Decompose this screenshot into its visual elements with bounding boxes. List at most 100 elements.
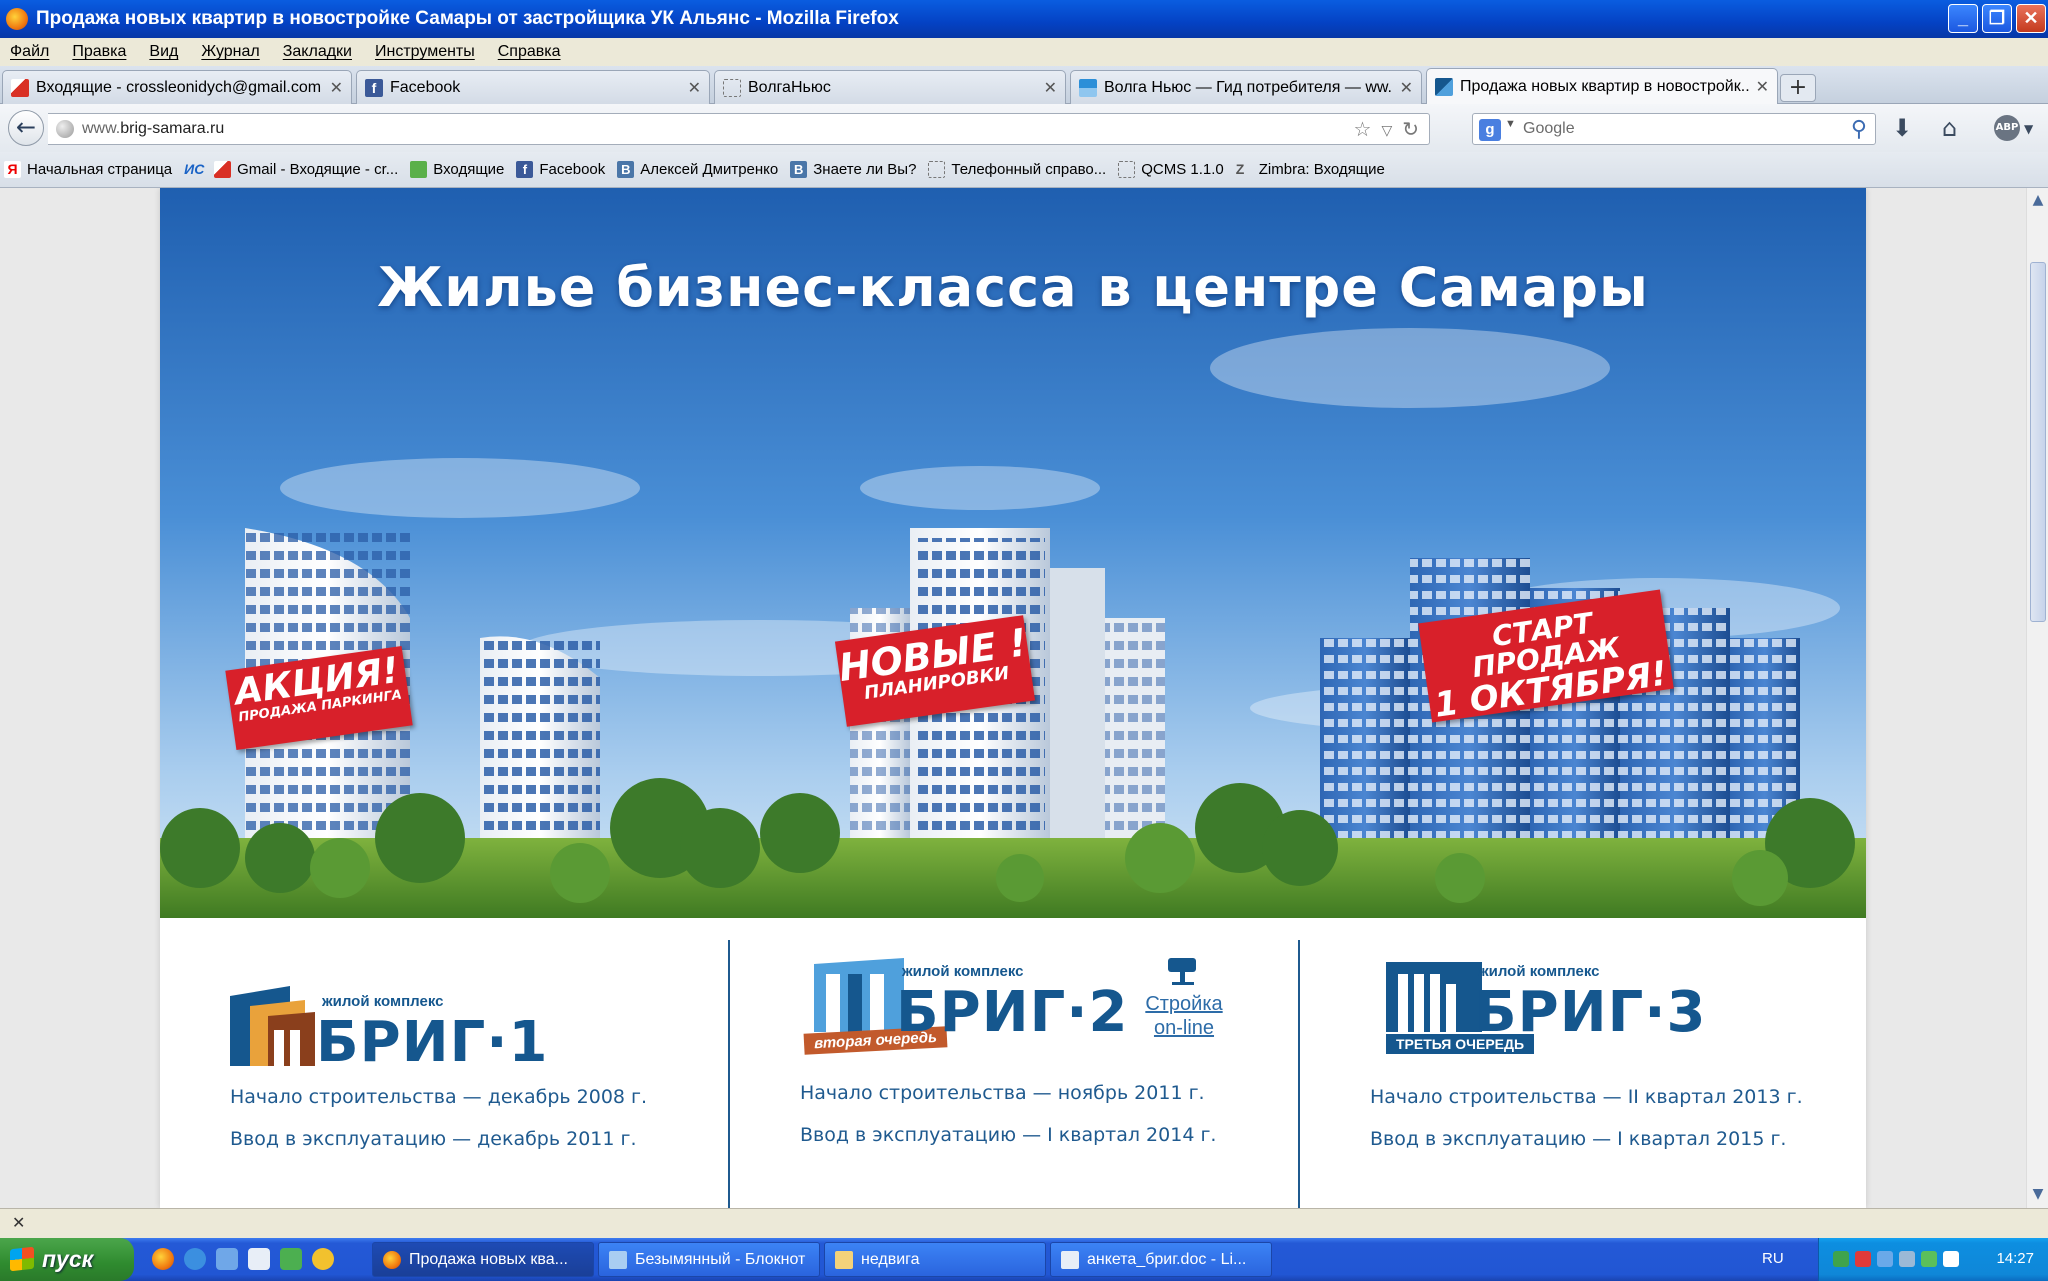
menu-edit[interactable]: Правка bbox=[72, 43, 126, 61]
menu-history[interactable]: Журнал bbox=[201, 43, 259, 61]
volume-icon[interactable] bbox=[1943, 1251, 1959, 1267]
hero-banner[interactable]: Жилье бизнес-класса в центре Самары АКЦИ… bbox=[160, 188, 1866, 918]
search-placeholder: Google bbox=[1523, 120, 1575, 137]
gmail-icon bbox=[11, 78, 29, 97]
tray-device-icon[interactable] bbox=[1899, 1251, 1915, 1267]
firefox-quicklaunch-icon[interactable] bbox=[152, 1248, 174, 1270]
adblock-dropdown-icon[interactable]: ▼ bbox=[2024, 122, 2033, 136]
bookmark-phone-directory[interactable]: Телефонный справо... bbox=[928, 161, 1106, 178]
project-brig-2[interactable]: вторая очередь жилой комплекс БРИГ·2 Стр… bbox=[730, 918, 1290, 1208]
yandex-icon: Я bbox=[4, 161, 21, 178]
restore-button[interactable]: ❐ bbox=[1982, 4, 2012, 33]
brig-3-finish: Ввод в эксплуатацию — I квартал 2015 г. bbox=[1370, 1128, 1787, 1150]
desktop-quicklaunch-icon[interactable] bbox=[216, 1248, 238, 1270]
history-dropdown-icon[interactable]: ▽ bbox=[1381, 117, 1392, 143]
google-search-engine-icon[interactable]: g bbox=[1479, 119, 1501, 141]
camera-icon bbox=[1168, 958, 1196, 985]
firefox-icon bbox=[383, 1250, 401, 1269]
menu-tools[interactable]: Инструменты bbox=[375, 43, 475, 61]
language-indicator[interactable]: RU bbox=[1762, 1250, 1784, 1267]
page-icon bbox=[928, 161, 946, 178]
bookmark-ic[interactable]: ИС bbox=[184, 161, 206, 178]
brig-3-logo[interactable]: ТРЕТЬЯ ОЧЕРЕДЬ жилой комплекс БРИГ·3 bbox=[1386, 958, 1806, 1068]
adblock-icon[interactable]: ABP bbox=[1994, 115, 2020, 141]
close-tab-icon[interactable]: ✕ bbox=[1400, 78, 1413, 98]
volga-icon bbox=[1079, 78, 1097, 97]
close-tab-icon[interactable]: ✕ bbox=[330, 78, 343, 98]
firefox-icon bbox=[6, 8, 28, 30]
bookmark-gmail[interactable]: Gmail - Входящие - cr... bbox=[214, 161, 398, 178]
navigation-bar: ← www. brig-samara.ru ☆ ▽ ↻ g ▼ Google ⚲ … bbox=[0, 104, 2048, 152]
tab-facebook[interactable]: f Facebook ✕ bbox=[356, 70, 710, 104]
scroll-up-icon[interactable]: ▲ bbox=[2028, 190, 2048, 210]
browser-quicklaunch-icon[interactable] bbox=[184, 1248, 206, 1270]
project-brig-1[interactable]: жилой комплекс БРИГ·1 Начало строительст… bbox=[160, 918, 720, 1208]
inbox-icon bbox=[410, 161, 428, 178]
close-button[interactable]: ✕ bbox=[2016, 4, 2046, 33]
tray-security-icon[interactable] bbox=[1855, 1251, 1871, 1267]
window-title: Продажа новых квартир в новостройке Сама… bbox=[36, 8, 899, 29]
tray-update-icon[interactable] bbox=[1921, 1251, 1937, 1267]
scroll-down-icon[interactable]: ▼ bbox=[2028, 1184, 2048, 1204]
minimize-button[interactable]: _ bbox=[1948, 4, 1978, 33]
document-quicklaunch-icon[interactable] bbox=[248, 1248, 270, 1270]
bookmark-aleksey[interactable]: B Алексей Дмитренко bbox=[617, 161, 778, 178]
bookmark-facebook[interactable]: f Facebook bbox=[516, 161, 605, 178]
vertical-scrollbar[interactable]: ▲ ▼ bbox=[2026, 188, 2048, 1208]
menu-help[interactable]: Справка bbox=[498, 43, 561, 61]
chrome-quicklaunch-icon[interactable] bbox=[312, 1248, 334, 1270]
close-addon-bar-icon[interactable]: ✕ bbox=[12, 1213, 25, 1232]
brig-icon bbox=[1435, 78, 1453, 96]
search-icon[interactable]: ⚲ bbox=[1851, 116, 1867, 142]
bookmarks-toolbar: Я Начальная страница ИС Gmail - Входящие… bbox=[0, 152, 2048, 188]
url-bar[interactable]: www. brig-samara.ru ☆ ▽ ↻ bbox=[48, 113, 1430, 145]
construction-online-link[interactable]: Стройка on-line bbox=[1144, 956, 1224, 1040]
bookmark-zimbra[interactable]: Z Zimbra: Входящие bbox=[1236, 161, 1385, 178]
tab-gmail[interactable]: Входящие - crossleonidych@gmail.com -...… bbox=[2, 70, 352, 104]
folder-icon bbox=[835, 1250, 853, 1269]
task-document[interactable]: анкета_бриг.doc - Li... bbox=[1050, 1242, 1272, 1277]
tab-brig-samara[interactable]: Продажа новых квартир в новостройк... ✕ bbox=[1426, 68, 1778, 105]
task-notepad[interactable]: Безымянный - Блокнот bbox=[598, 1242, 820, 1277]
home-icon[interactable]: ⌂ bbox=[1942, 114, 1957, 142]
menu-file[interactable]: Файл bbox=[10, 43, 49, 61]
tray-display-icon[interactable] bbox=[1877, 1251, 1893, 1267]
building-logo-icon bbox=[1386, 962, 1482, 1032]
engine-dropdown-icon[interactable]: ▼ bbox=[1505, 118, 1516, 130]
brig-1-finish: Ввод в эксплуатацию — декабрь 2011 г. bbox=[230, 1128, 637, 1150]
close-tab-icon[interactable]: ✕ bbox=[1044, 78, 1057, 98]
search-box[interactable]: g ▼ Google ⚲ bbox=[1472, 113, 1876, 145]
bookmark-star-icon[interactable]: ☆ bbox=[1354, 117, 1372, 143]
new-tab-button[interactable]: + bbox=[1780, 74, 1816, 102]
tab-volganews[interactable]: ВолгаНьюс ✕ bbox=[714, 70, 1066, 104]
project-brig-3[interactable]: ТРЕТЬЯ ОЧЕРЕДЬ жилой комплекс БРИГ·3 Нач… bbox=[1300, 918, 1860, 1208]
building-logo-icon bbox=[230, 986, 315, 1066]
brig-3-start: Начало строительства — II квартал 2013 г… bbox=[1370, 1086, 1803, 1108]
task-folder[interactable]: недвига bbox=[824, 1242, 1046, 1277]
scrollbar-thumb[interactable] bbox=[2030, 262, 2046, 622]
document-icon bbox=[1061, 1250, 1079, 1269]
bookmark-inbox[interactable]: Входящие bbox=[410, 161, 504, 178]
brig-1-logo[interactable]: жилой комплекс БРИГ·1 bbox=[230, 966, 650, 1076]
menu-bar: Файл Правка Вид Журнал Закладки Инструме… bbox=[0, 38, 2048, 66]
tab-volganews-guide[interactable]: Волга Ньюс — Гид потребителя — ww... ✕ bbox=[1070, 70, 1422, 104]
hero-title: Жилье бизнес-класса в центре Самары bbox=[377, 256, 1649, 319]
reload-icon[interactable]: ↻ bbox=[1402, 117, 1419, 143]
menu-bookmarks[interactable]: Закладки bbox=[283, 43, 352, 61]
task-firefox[interactable]: Продажа новых ква... bbox=[372, 1242, 594, 1277]
window-title-bar[interactable]: Продажа новых квартир в новостройке Сама… bbox=[0, 0, 2048, 38]
bookmark-qcms[interactable]: QCMS 1.1.0 bbox=[1118, 161, 1224, 178]
bookmark-start-page[interactable]: Я Начальная страница bbox=[4, 161, 172, 178]
bookmark-did-you-know[interactable]: B Знаете ли Вы? bbox=[790, 161, 916, 178]
close-tab-icon[interactable]: ✕ bbox=[1756, 77, 1769, 97]
page-viewport: Жилье бизнес-класса в центре Самары АКЦИ… bbox=[0, 188, 2026, 1208]
spreadsheet-quicklaunch-icon[interactable] bbox=[280, 1248, 302, 1270]
downloads-icon[interactable]: ⬇ bbox=[1892, 114, 1912, 142]
projects-section: жилой комплекс БРИГ·1 Начало строительст… bbox=[160, 918, 1866, 1208]
back-button[interactable]: ← bbox=[8, 110, 44, 146]
start-button[interactable]: пуск bbox=[0, 1238, 134, 1281]
vk-icon: B bbox=[617, 161, 635, 178]
tray-network-icon[interactable] bbox=[1833, 1251, 1849, 1267]
menu-view[interactable]: Вид bbox=[149, 43, 178, 61]
close-tab-icon[interactable]: ✕ bbox=[688, 78, 701, 98]
